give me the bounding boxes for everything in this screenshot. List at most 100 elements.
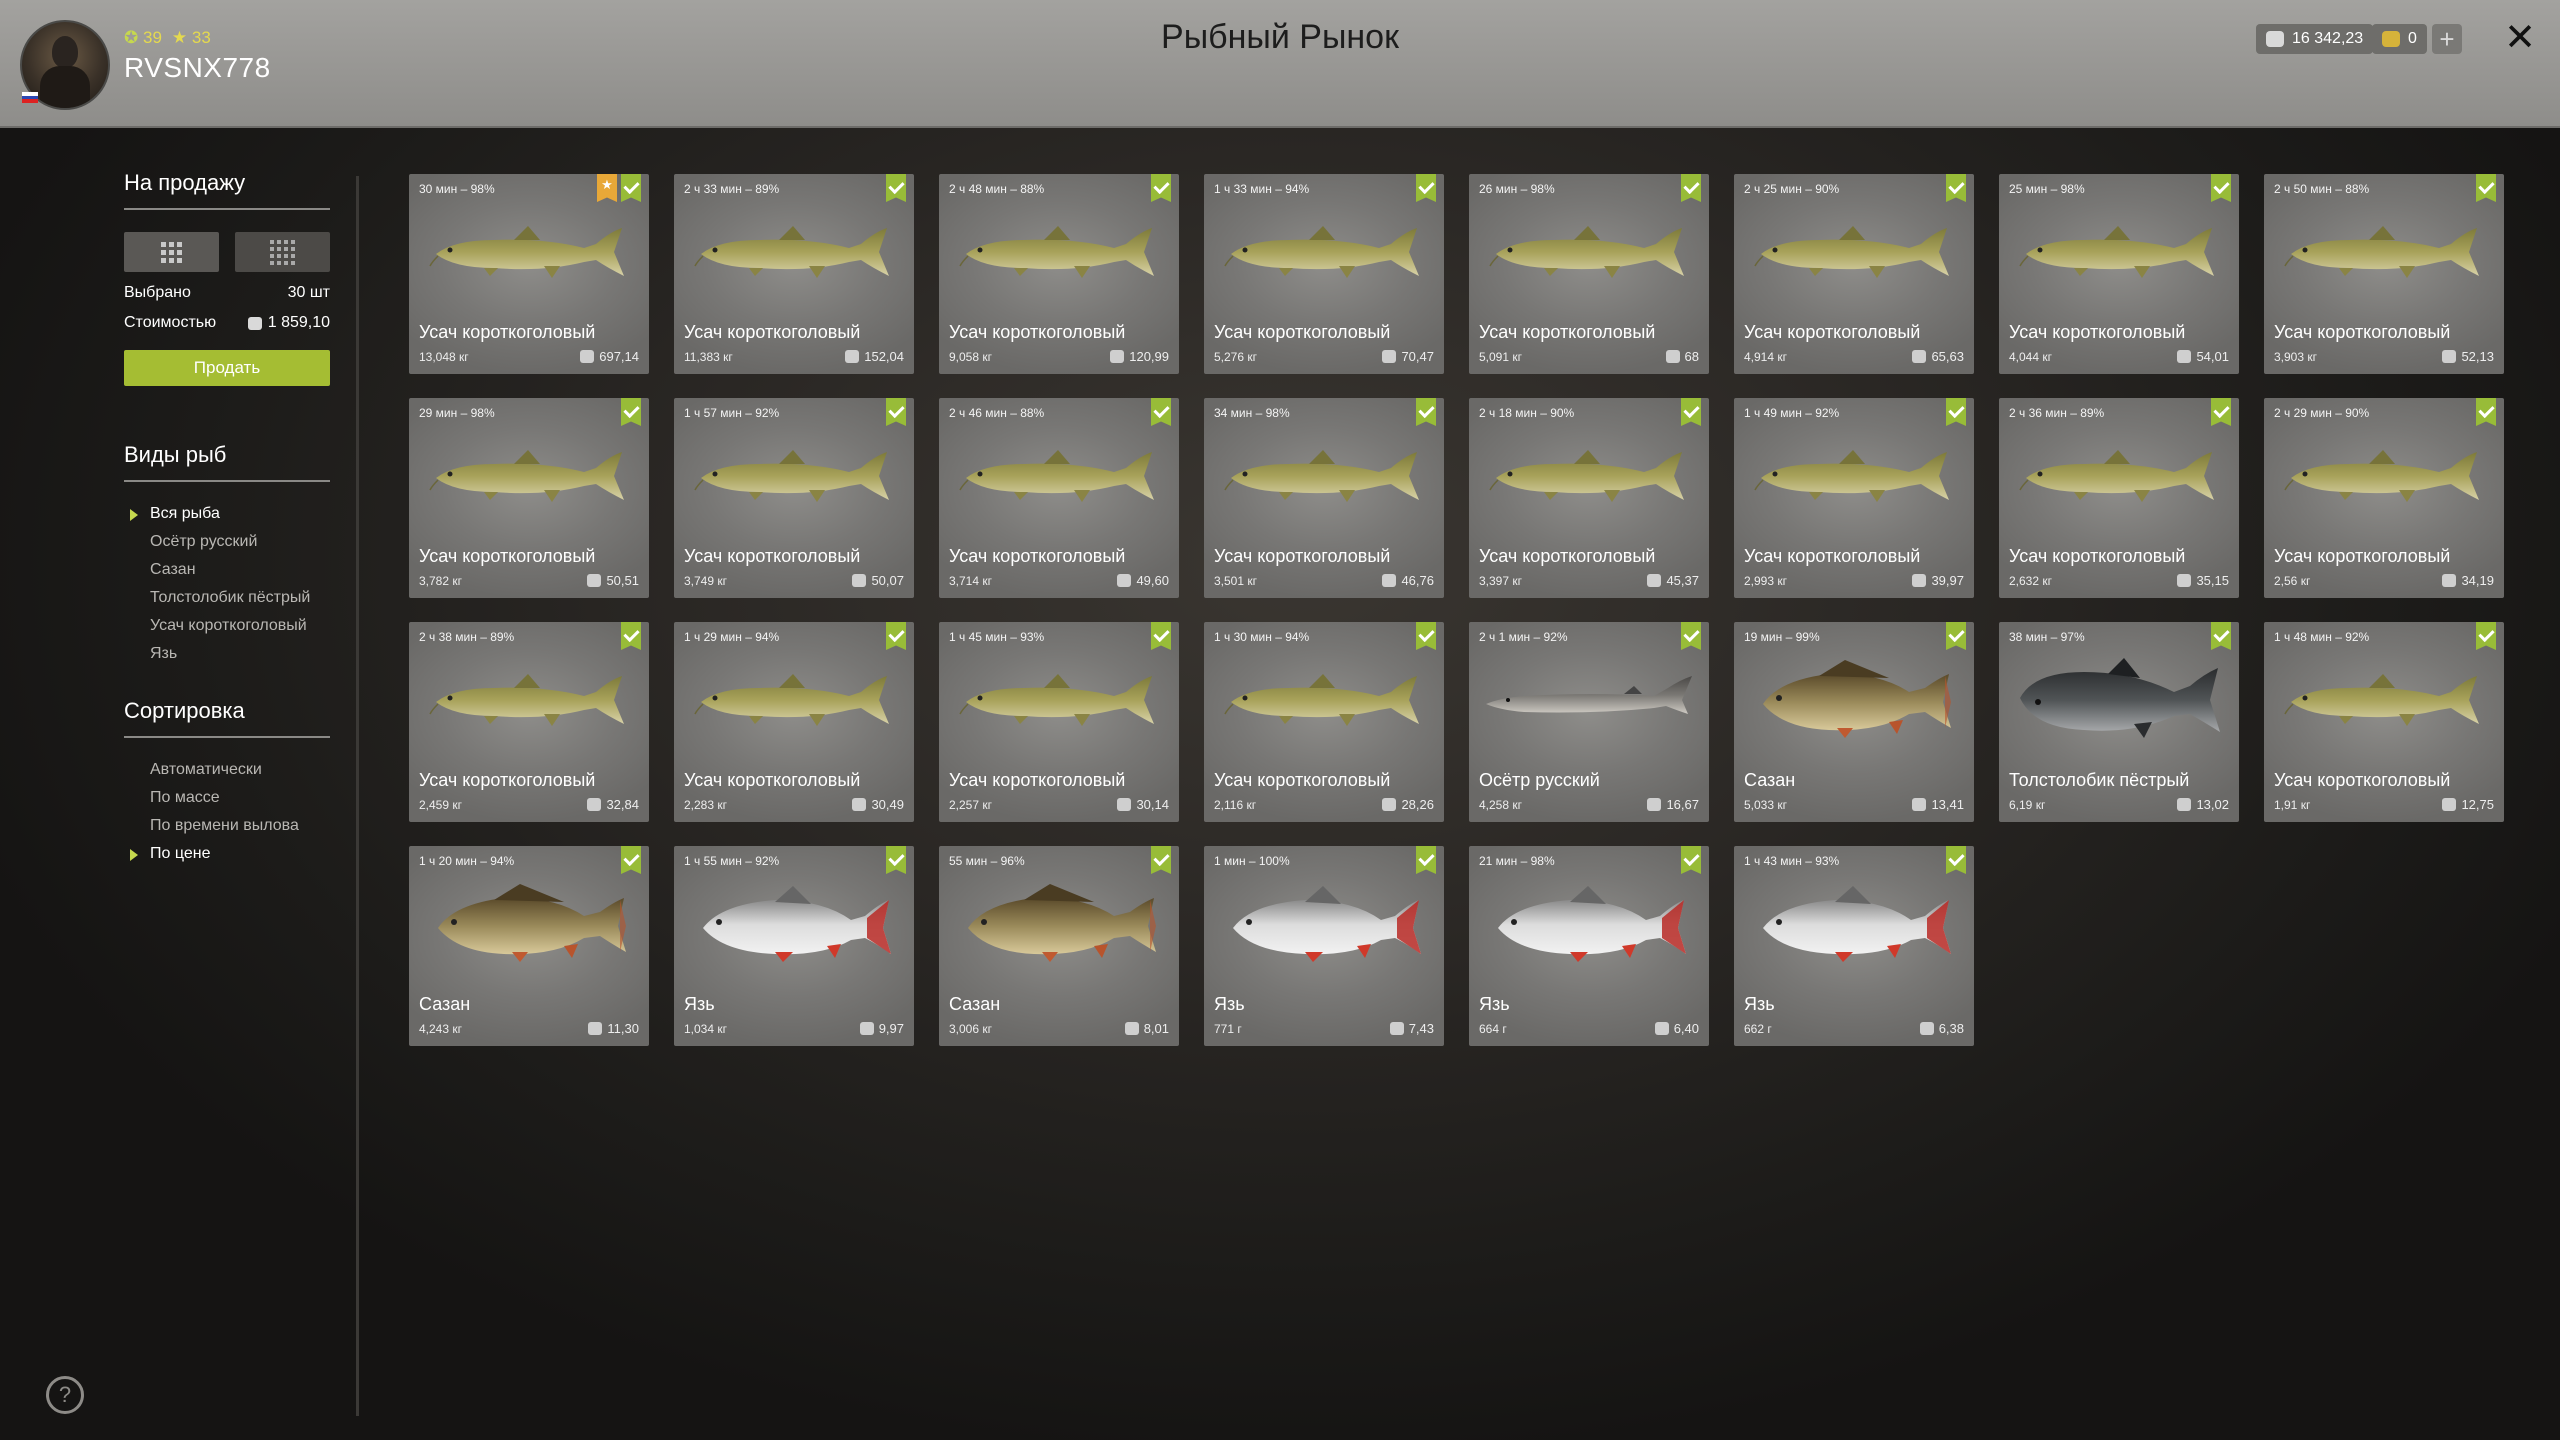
selected-checkmark-icon[interactable] <box>886 622 906 650</box>
selected-checkmark-icon[interactable] <box>1681 174 1701 202</box>
fish-card[interactable]: 25 мин – 98% Усач короткоголовый 4,044 кг… <box>1999 174 2239 374</box>
fish-card[interactable]: 19 мин – 99% Сазан 5,033 кг 13,41 <box>1734 622 1974 822</box>
species-item[interactable]: Усач короткоголовый <box>124 612 330 640</box>
species-item[interactable]: Язь <box>124 640 330 668</box>
fish-card[interactable]: 1 ч 43 мин – 93% Язь 662 г 6,38 <box>1734 846 1974 1046</box>
fish-weight: 4,914 кг <box>1744 350 1787 364</box>
selected-checkmark-icon[interactable] <box>1416 174 1436 202</box>
selected-checkmark-icon[interactable] <box>1151 622 1171 650</box>
selected-checkmark-icon[interactable] <box>1151 846 1171 874</box>
barbel-fish-icon <box>1754 226 1949 278</box>
fish-card[interactable]: 2 ч 25 мин – 90% Усач короткоголовый 4,91… <box>1734 174 1974 374</box>
fish-card[interactable]: 2 ч 29 мин – 90% Усач короткоголовый 2,56… <box>2264 398 2504 598</box>
selected-checkmark-icon[interactable] <box>886 846 906 874</box>
fish-card[interactable]: 1 ч 45 мин – 93% Усач короткоголовый 2,25… <box>939 622 1179 822</box>
small-grid-view-button[interactable] <box>235 232 330 272</box>
fish-card[interactable]: 1 ч 33 мин – 94% Усач короткоголовый 5,27… <box>1204 174 1444 374</box>
selected-checkmark-icon[interactable] <box>1946 174 1966 202</box>
fish-card[interactable]: 1 ч 30 мин – 94% Усач короткоголовый 2,11… <box>1204 622 1444 822</box>
selected-checkmark-icon[interactable] <box>1151 398 1171 426</box>
species-item[interactable]: Толстолобик пёстрый <box>124 584 330 612</box>
large-grid-view-button[interactable] <box>124 232 219 272</box>
barbel-fish-icon <box>1754 450 1949 502</box>
fish-card[interactable]: 2 ч 38 мин – 89% Усач короткоголовый 2,45… <box>409 622 649 822</box>
fish-weight: 4,258 кг <box>1479 798 1522 812</box>
selected-checkmark-icon[interactable] <box>2211 622 2231 650</box>
fish-card[interactable]: 34 мин – 98% Усач короткоголовый 3,501 кг… <box>1204 398 1444 598</box>
fish-card[interactable]: 2 ч 1 мин – 92% Осётр русский 4,258 кг 16,… <box>1469 622 1709 822</box>
silver-coin-icon <box>1117 798 1132 811</box>
fish-card[interactable]: 1 ч 49 мин – 92% Усач короткоголовый 2,99… <box>1734 398 1974 598</box>
selected-checkmark-icon[interactable] <box>1946 398 1966 426</box>
fish-card[interactable]: 1 ч 29 мин – 94% Усач короткоголовый 2,28… <box>674 622 914 822</box>
close-button[interactable]: ✕ <box>2500 18 2540 58</box>
selected-checkmark-icon[interactable] <box>1681 398 1701 426</box>
fish-card[interactable]: 1 ч 57 мин – 92% Усач короткоголовый 3,74… <box>674 398 914 598</box>
fish-price: 52,13 <box>2442 349 2494 364</box>
selected-checkmark-icon[interactable] <box>2476 174 2496 202</box>
selected-checkmark-icon[interactable] <box>2211 398 2231 426</box>
sort-item[interactable]: По массе <box>124 784 330 812</box>
gold-value: 0 <box>2408 30 2417 47</box>
catch-time-quality: 1 ч 55 мин – 92% <box>684 854 780 868</box>
species-item[interactable]: Вся рыба <box>124 500 330 528</box>
species-item[interactable]: Осётр русский <box>124 528 330 556</box>
barbel-fish-icon <box>1224 450 1419 502</box>
silver-coin-icon <box>2177 350 2192 363</box>
fish-card[interactable]: 2 ч 33 мин – 89% Усач короткоголовый 11,3… <box>674 174 914 374</box>
sort-item[interactable]: По времени вылова <box>124 812 330 840</box>
selected-checkmark-icon[interactable] <box>621 174 641 202</box>
selected-checkmark-icon[interactable] <box>1946 622 1966 650</box>
carp-fish-icon <box>438 884 626 962</box>
sell-button[interactable]: Продать <box>124 350 330 386</box>
fish-card[interactable]: 1 мин – 100% Язь 771 г 7,43 <box>1204 846 1444 1046</box>
selected-checkmark-icon[interactable] <box>1416 622 1436 650</box>
fish-card[interactable]: 29 мин – 98% Усач короткоголовый 3,782 кг… <box>409 398 649 598</box>
selected-checkmark-icon[interactable] <box>621 398 641 426</box>
fish-price-value: 7,43 <box>1408 1021 1434 1036</box>
selected-checkmark-icon[interactable] <box>1416 846 1436 874</box>
selected-checkmark-icon[interactable] <box>2476 398 2496 426</box>
fish-price: 45,37 <box>1647 573 1699 588</box>
fish-price: 120,99 <box>1110 349 1169 364</box>
selected-checkmark-icon[interactable] <box>2476 622 2496 650</box>
fish-card[interactable]: 1 ч 20 мин – 94% Сазан 4,243 кг 11,30 <box>409 846 649 1046</box>
species-item[interactable]: Сазан <box>124 556 330 584</box>
catch-time-quality: 2 ч 25 мин – 90% <box>1744 182 1840 196</box>
selected-checkmark-icon[interactable] <box>886 398 906 426</box>
selected-checkmark-icon[interactable] <box>1151 174 1171 202</box>
sort-item[interactable]: По цене <box>124 840 330 868</box>
fish-price: 46,76 <box>1382 573 1434 588</box>
help-icon[interactable]: ? <box>46 1376 84 1414</box>
selected-checkmark-icon[interactable] <box>1681 846 1701 874</box>
fish-card[interactable]: 1 ч 55 мин – 92% Язь 1,034 кг 9,97 <box>674 846 914 1046</box>
fish-name: Усач короткоголовый <box>2274 770 2451 790</box>
fish-name: Осётр русский <box>1479 770 1600 790</box>
selected-checkmark-icon[interactable] <box>621 622 641 650</box>
fish-card[interactable]: 2 ч 36 мин – 89% Усач короткоголовый 2,63… <box>1999 398 2239 598</box>
fish-card[interactable]: 26 мин – 98% Усач короткоголовый 5,091 кг… <box>1469 174 1709 374</box>
catch-time-quality: 2 ч 33 мин – 89% <box>684 182 780 196</box>
fish-card[interactable]: 55 мин – 96% Сазан 3,006 кг 8,01 <box>939 846 1179 1046</box>
sort-item[interactable]: Автоматически <box>124 756 330 784</box>
fish-weight: 11,383 кг <box>684 350 733 364</box>
fish-card[interactable]: 38 мин – 97% Толстолобик пёстрый 6,19 кг 1… <box>1999 622 2239 822</box>
fish-weight: 3,501 кг <box>1214 574 1257 588</box>
selected-checkmark-icon[interactable] <box>1416 398 1436 426</box>
fish-card[interactable]: 2 ч 50 мин – 88% Усач короткоголовый 3,90… <box>2264 174 2504 374</box>
fish-card[interactable]: 2 ч 46 мин – 88% Усач короткоголовый 3,71… <box>939 398 1179 598</box>
selected-checkmark-icon[interactable] <box>1946 846 1966 874</box>
add-gold-button[interactable]: + <box>2432 24 2462 54</box>
fish-card[interactable]: 2 ч 48 мин – 88% Усач короткоголовый 9,05… <box>939 174 1179 374</box>
barbel-fish-icon <box>694 226 889 278</box>
selected-checkmark-icon[interactable] <box>621 846 641 874</box>
selected-checkmark-icon[interactable] <box>2211 174 2231 202</box>
selected-checkmark-icon[interactable] <box>886 174 906 202</box>
fish-weight: 3,397 кг <box>1479 574 1522 588</box>
fish-name: Сазан <box>949 994 1001 1014</box>
fish-card[interactable]: 30 мин – 98% ★ Усач короткоголовый 13,048 … <box>409 174 649 374</box>
fish-card[interactable]: 21 мин – 98% Язь 664 г 6,40 <box>1469 846 1709 1046</box>
fish-card[interactable]: 2 ч 18 мин – 90% Усач короткоголовый 3,39… <box>1469 398 1709 598</box>
fish-card[interactable]: 1 ч 48 мин – 92% Усач короткоголовый 1,91… <box>2264 622 2504 822</box>
selected-checkmark-icon[interactable] <box>1681 622 1701 650</box>
